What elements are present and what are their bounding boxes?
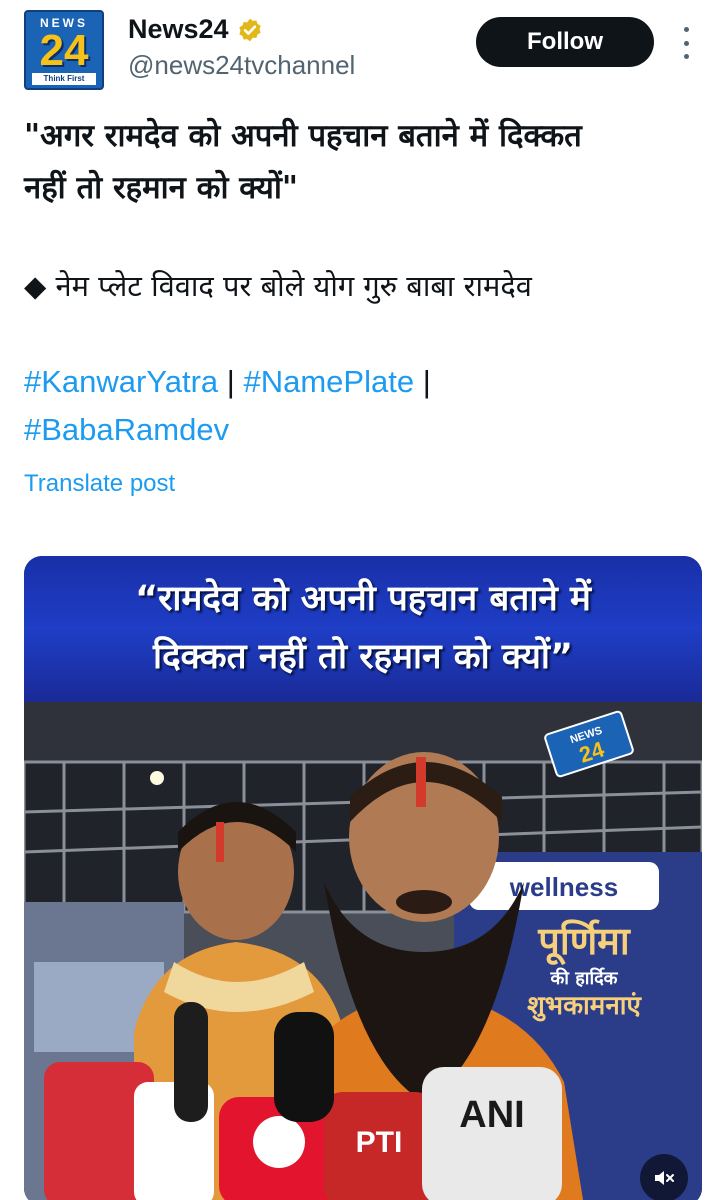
headline-line-1: "अगर रामदेव को अपनी पहचान बताने में दिक्…	[24, 118, 582, 154]
video-frame: NEWS 24 wellness पूर्णिमा की हार्दिक शुभ…	[24, 702, 702, 1200]
svg-text:wellness: wellness	[509, 872, 618, 902]
post-headline: "अगर रामदेव को अपनी पहचान बताने में दिक्…	[24, 110, 704, 214]
media-banner: “रामदेव को अपनी पहचान बताने में दिक्कत न…	[24, 556, 702, 702]
avatar[interactable]: NEWS 24 Think First	[24, 10, 104, 90]
post-header: NEWS 24 Think First News24 @news24tvchan…	[0, 0, 726, 100]
hashtag-separator: |	[422, 364, 431, 399]
follow-button[interactable]: Follow	[476, 17, 654, 67]
banner-line-2: दिक्कत नहीं तो रहमान को क्यों”	[153, 637, 573, 677]
name-row: News24	[128, 14, 263, 45]
speaker-muted-glyph	[655, 1171, 674, 1185]
verified-badge-icon	[238, 18, 261, 41]
more-dot	[683, 54, 689, 59]
hashtag-list: #KanwarYatra | #NamePlate | #BabaRamdev	[24, 358, 624, 454]
svg-text:ANI: ANI	[459, 1094, 524, 1136]
more-dot	[683, 40, 689, 46]
banner-line-1: “रामदेव को अपनी पहचान बताने में	[135, 579, 591, 619]
volume-muted-icon[interactable]	[640, 1154, 688, 1200]
hashtag-kanwaryatra[interactable]: #KanwarYatra	[24, 364, 218, 399]
svg-text:पूर्णिमा: पूर्णिमा	[537, 919, 631, 966]
svg-text:PTI: PTI	[356, 1126, 403, 1159]
hashtag-nameplate[interactable]: #NamePlate	[243, 364, 414, 399]
post-bullet-text: ◆ नेम प्लेट विवाद पर बोले योग गुरु बाबा …	[24, 269, 532, 303]
headline-line-2: नहीं तो रहमान को क्यों"	[24, 170, 299, 206]
avatar-tagline: Think First	[32, 73, 96, 85]
svg-text:की हार्दिक: की हार्दिक	[549, 967, 618, 989]
svg-text:शुभकामनाएं: शुभकामनाएं	[527, 991, 642, 1022]
account-handle[interactable]: @news24tvchannel	[128, 50, 355, 81]
post-media[interactable]: “रामदेव को अपनी पहचान बताने में दिक्कत न…	[24, 556, 702, 1200]
avatar-number: 24	[39, 26, 89, 75]
translate-post-link[interactable]: Translate post	[24, 470, 175, 498]
hashtag-babaramdev[interactable]: #BabaRamdev	[24, 412, 229, 447]
hashtag-separator: |	[226, 364, 235, 399]
more-dot	[683, 27, 689, 32]
more-vertical-icon[interactable]	[676, 27, 696, 59]
account-name[interactable]: News24	[128, 14, 229, 45]
